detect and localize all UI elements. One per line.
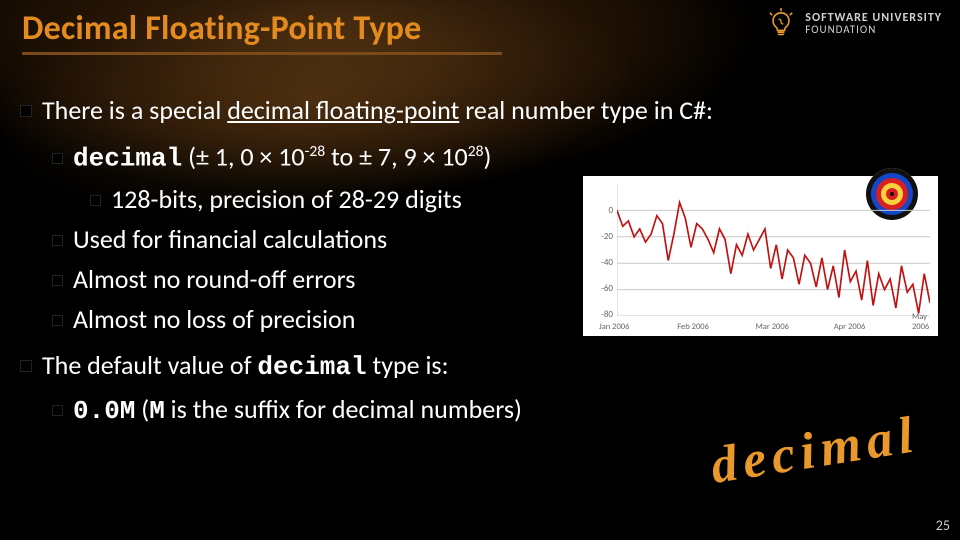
chart-xtick: Feb 2006	[677, 322, 709, 332]
chart-ytick: -20	[583, 231, 613, 242]
bullet-marker-icon	[52, 275, 63, 286]
chart-ytick: -60	[583, 283, 613, 294]
code-token: M	[149, 396, 165, 426]
chart-image: 0 -20 -40 -60 -80 Jan 2006 Feb 2006 Mar 2006 Ap…	[583, 176, 938, 336]
bullet-1: There is a special decimal floating-poin…	[20, 92, 938, 128]
bullet-2: The default value of decimal type is:	[20, 347, 938, 385]
slide-number: 25	[936, 517, 950, 534]
bullet-marker-icon	[20, 105, 32, 117]
bullet-marker-icon	[52, 405, 63, 416]
lightbulb-icon	[765, 8, 797, 40]
chart-xtick: May 2006	[912, 312, 938, 332]
chart-ytick: 0	[583, 205, 613, 216]
chart-ytick: -80	[583, 309, 613, 320]
bullet-marker-icon	[90, 195, 101, 206]
chart-xtick: Apr 2006	[834, 322, 866, 332]
underlined-term: decimal floating-point	[227, 94, 459, 126]
slide-title: Decimal Floating-Point Type	[22, 8, 421, 49]
bullet-1-1: decimal (± 1, 0 × 10-28 to ± 7, 9 × 1028…	[52, 134, 938, 177]
chart-xtick: Mar 2006	[756, 322, 789, 332]
bullet-marker-icon	[52, 315, 63, 326]
brand-logo: SOFTWARE UNIVERSITY FOUNDATION	[765, 8, 942, 40]
bullet-marker-icon	[52, 153, 63, 164]
chart-xtick: Jan 2006	[599, 322, 629, 332]
logo-line2: FOUNDATION	[805, 24, 942, 36]
title-underline	[22, 52, 502, 55]
chart-ytick: -40	[583, 257, 613, 268]
bullet-marker-icon	[52, 235, 63, 246]
bullet-marker-icon	[20, 360, 32, 372]
code-token: 0.0M	[73, 396, 135, 426]
code-token: decimal	[73, 144, 182, 174]
chart-plot-area	[617, 184, 930, 316]
code-token: decimal	[257, 352, 366, 382]
